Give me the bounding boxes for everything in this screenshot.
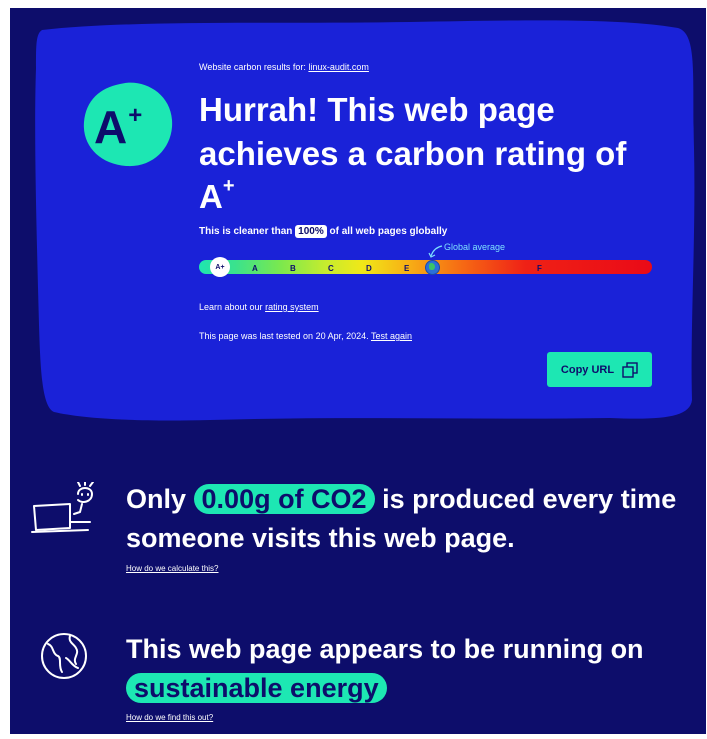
scale-label-c: C bbox=[328, 264, 334, 273]
tested-text: This page was last tested on 20 Apr, 202… bbox=[199, 331, 412, 341]
global-average-arrow-icon bbox=[428, 245, 443, 258]
current-rating-marker: A+ bbox=[210, 257, 230, 277]
energy-statement: This web page appears to be running on s… bbox=[126, 630, 696, 708]
co2-prefix: Only bbox=[126, 484, 187, 514]
page: A+ Website carbon results for: linux-aud… bbox=[10, 8, 706, 734]
find-out-link[interactable]: How do we find this out? bbox=[126, 713, 213, 722]
energy-highlight: sustainable energy bbox=[126, 673, 387, 704]
energy-prefix: This web page appears to be running on bbox=[126, 634, 644, 664]
cleaner-text: This is cleaner than 100% of all web pag… bbox=[199, 225, 447, 238]
grade-badge: A+ bbox=[94, 101, 174, 153]
learn-prefix: Learn about our bbox=[199, 302, 263, 312]
earth-icon bbox=[41, 633, 87, 679]
scale-label-d: D bbox=[366, 264, 372, 273]
scale-label-b: B bbox=[290, 264, 296, 273]
cleaner-suffix: of all web pages globally bbox=[329, 226, 448, 237]
site-link[interactable]: linux-audit.com bbox=[308, 62, 369, 72]
scale-label-e: E bbox=[404, 264, 410, 273]
copy-url-button[interactable]: Copy URL bbox=[547, 352, 652, 387]
learn-text: Learn about our rating system bbox=[199, 302, 319, 312]
rating-system-link[interactable]: rating system bbox=[265, 302, 319, 312]
results-for: Website carbon results for: linux-audit.… bbox=[199, 62, 369, 72]
headline-text: Hurrah! This web page achieves a carbon … bbox=[199, 91, 627, 172]
cleaner-prefix: This is cleaner than bbox=[199, 226, 293, 237]
copy-icon bbox=[622, 361, 638, 378]
headline-grade: A bbox=[199, 178, 223, 216]
headline-plus: + bbox=[222, 175, 235, 198]
globe-icon bbox=[425, 260, 440, 275]
percent-badge: 100% bbox=[295, 225, 327, 238]
results-prefix: Website carbon results for: bbox=[199, 62, 306, 72]
calculate-link[interactable]: How do we calculate this? bbox=[126, 564, 219, 573]
co2-amount: 0.00g of CO2 bbox=[193, 484, 375, 514]
copy-url-label: Copy URL bbox=[560, 363, 615, 376]
grade-letter: A bbox=[94, 101, 128, 153]
person-laptop-icon bbox=[31, 482, 94, 533]
scale-label-a: A bbox=[252, 264, 258, 273]
scale-label-f: F bbox=[537, 264, 542, 273]
grade-plus: + bbox=[128, 101, 143, 129]
co2-statement: Only 0.00g of CO2 is produced every time… bbox=[126, 480, 696, 558]
global-average-label: Global average bbox=[444, 242, 506, 252]
test-again-link[interactable]: Test again bbox=[371, 331, 412, 341]
tested-prefix: This page was last tested on 20 Apr, 202… bbox=[199, 331, 369, 341]
page-title: Hurrah! This web page achieves a carbon … bbox=[199, 88, 659, 219]
